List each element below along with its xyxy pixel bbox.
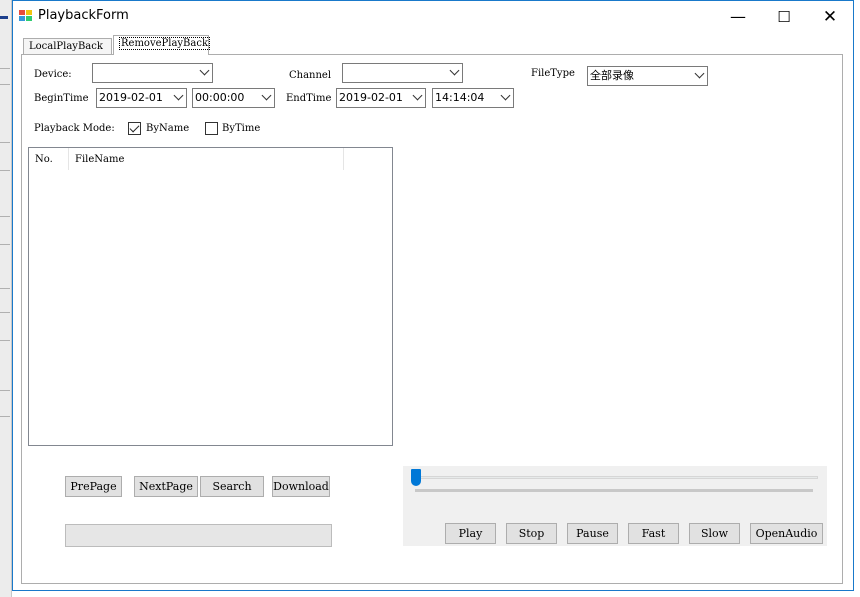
stop-button[interactable]: Stop <box>506 523 557 544</box>
close-icon: ✕ <box>822 6 838 27</box>
by-time-label[interactable]: ByTime <box>222 123 260 134</box>
tab-remove-playback-label: RemovePlayBack <box>119 37 211 50</box>
open-audio-button[interactable]: OpenAudio <box>750 523 823 544</box>
prev-page-button[interactable]: PrePage <box>65 476 122 497</box>
maximize-button[interactable]: ☐ <box>761 1 807 32</box>
begin-time-picker[interactable]: 00:00:00 <box>192 88 275 108</box>
pause-button[interactable]: Pause <box>567 523 618 544</box>
tab-remove-playback[interactable]: RemovePlayBack <box>113 35 211 55</box>
download-progress-bar <box>65 524 332 547</box>
begin-time-label: BeginTime <box>34 93 89 104</box>
chevron-down-icon <box>261 90 272 101</box>
playback-mode-label: Playback Mode: <box>34 123 115 134</box>
maximize-icon: ☐ <box>777 7 791 26</box>
minimize-icon: — <box>730 7 746 26</box>
device-select[interactable] <box>92 63 213 83</box>
column-header-filename[interactable]: FileName <box>69 148 344 170</box>
window-title: PlaybackForm <box>38 8 129 23</box>
chevron-down-icon <box>173 90 184 101</box>
column-header-no[interactable]: No. <box>29 148 69 170</box>
playback-form-window: PlaybackForm — ☐ ✕ LocalPlayBack RemoveP… <box>12 0 854 591</box>
playback-seek-baseline <box>415 489 813 492</box>
filetype-value: 全部录像 <box>590 69 634 82</box>
slow-button[interactable]: Slow <box>689 523 740 544</box>
next-page-button[interactable]: NextPage <box>134 476 198 497</box>
playback-seek-thumb[interactable] <box>411 469 421 486</box>
end-time-picker[interactable]: 14:14:04 <box>432 88 514 108</box>
filetype-select[interactable]: 全部录像 <box>587 66 708 86</box>
play-button[interactable]: Play <box>445 523 496 544</box>
device-label: Device: <box>34 69 72 80</box>
fast-button[interactable]: Fast <box>628 523 679 544</box>
playback-app-icon <box>19 10 33 23</box>
by-time-checkbox[interactable] <box>205 122 218 135</box>
chevron-down-icon <box>694 68 705 79</box>
chevron-down-icon <box>449 65 460 76</box>
playback-seek-track[interactable] <box>415 476 818 479</box>
by-name-checkbox[interactable] <box>128 122 141 135</box>
search-button[interactable]: Search <box>200 476 264 497</box>
by-name-label[interactable]: ByName <box>146 123 189 134</box>
end-time-label: EndTime <box>286 93 332 104</box>
remote-playback-panel: Device: Channel FileType 全部录像 BeginTime … <box>21 54 843 584</box>
tab-local-playback-label: LocalPlayBack <box>29 41 103 52</box>
begin-date-value: 2019-02-01 <box>99 91 163 104</box>
end-time-value: 14:14:04 <box>435 91 485 104</box>
file-list[interactable]: No. FileName <box>28 147 393 446</box>
close-button[interactable]: ✕ <box>807 1 853 32</box>
end-date-value: 2019-02-01 <box>339 91 403 104</box>
begin-time-value: 00:00:00 <box>195 91 245 104</box>
chevron-down-icon <box>412 90 423 101</box>
begin-date-picker[interactable]: 2019-02-01 <box>96 88 187 108</box>
end-date-picker[interactable]: 2019-02-01 <box>336 88 426 108</box>
chevron-down-icon <box>199 65 210 76</box>
title-bar[interactable]: PlaybackForm — ☐ ✕ <box>13 1 853 32</box>
tab-local-playback[interactable]: LocalPlayBack <box>23 38 112 55</box>
background-window-edge <box>0 0 12 597</box>
minimize-button[interactable]: — <box>715 1 761 32</box>
download-button[interactable]: Download <box>272 476 330 497</box>
filetype-label: FileType <box>531 68 575 79</box>
channel-label: Channel <box>289 70 332 81</box>
channel-select[interactable] <box>342 63 463 83</box>
chevron-down-icon <box>500 90 511 101</box>
player-panel: Play Stop Pause Fast Slow OpenAudio <box>403 466 827 546</box>
